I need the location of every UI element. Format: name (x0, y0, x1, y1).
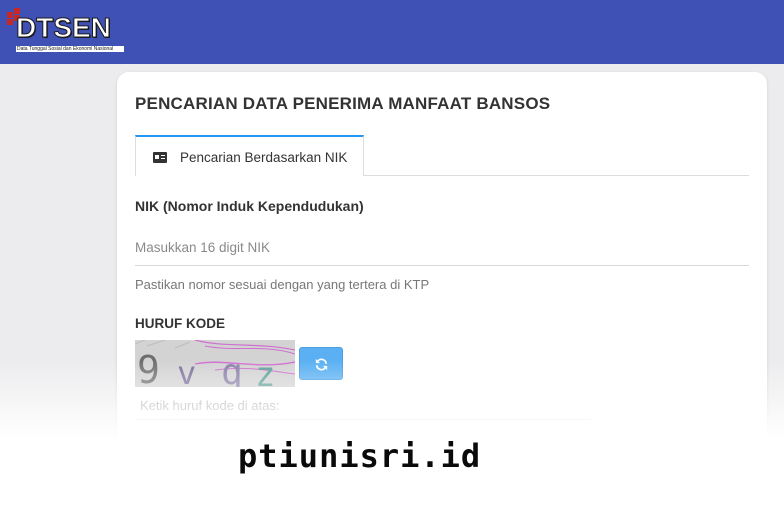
tabs-divider (364, 175, 749, 176)
logo-subtitle: Data Tunggal Sosial dan Ekonomi Nasional (16, 46, 124, 52)
nik-help-text: Pastikan nomor sesuai dengan yang terter… (135, 277, 430, 292)
nik-label: NIK (Nomor Induk Kependudukan) (135, 198, 364, 214)
top-app-bar: DTSEN Data Tunggal Sosial dan Ekonomi Na… (0, 0, 784, 64)
nik-input[interactable] (135, 230, 749, 266)
tab-label: Pencarian Berdasarkan NIK (180, 150, 348, 165)
captcha-label: HURUF KODE (135, 316, 225, 331)
tab-search-by-nik[interactable]: Pencarian Berdasarkan NIK (135, 135, 364, 176)
id-card-icon (153, 152, 167, 163)
dtsen-logo[interactable]: DTSEN Data Tunggal Sosial dan Ekonomi Na… (7, 8, 124, 56)
watermark-text: ptiunisri.id (238, 437, 482, 475)
logo-text: DTSEN (16, 12, 112, 44)
page-title: PENCARIAN DATA PENERIMA MANFAAT BANSOS (135, 94, 551, 113)
bottom-fade-overlay (0, 360, 784, 506)
